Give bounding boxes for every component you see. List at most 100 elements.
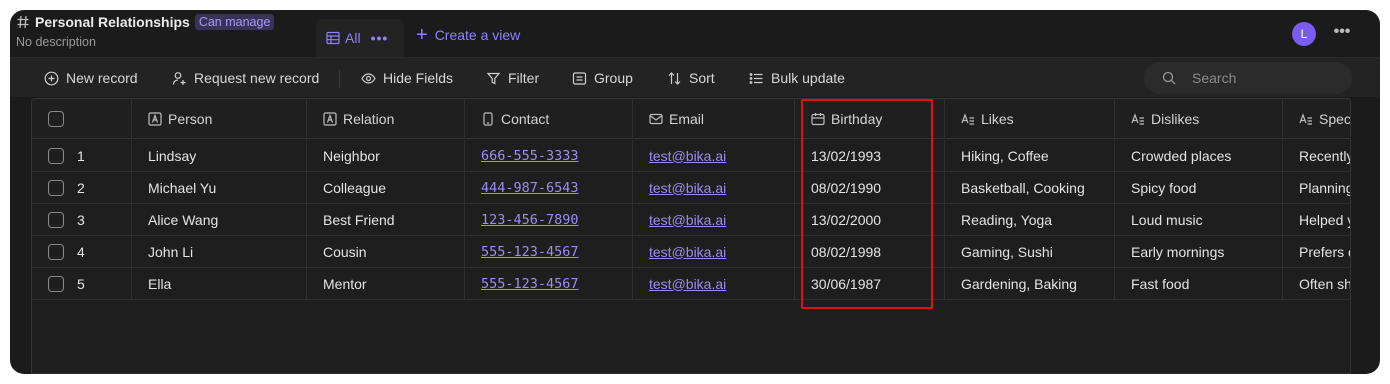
table-row[interactable]: 3 Alice Wang Best Friend 123-456-7890 te… xyxy=(32,204,1350,236)
table-row[interactable]: 2 Michael Yu Colleague 444-987-6543 test… xyxy=(32,172,1350,204)
column-header-birthday[interactable]: Birthday xyxy=(795,99,945,138)
sort-label: Sort xyxy=(689,70,715,86)
column-header-email[interactable]: Email xyxy=(633,99,795,138)
header: Personal Relationships Can manage No des… xyxy=(10,10,1380,57)
cell-special[interactable]: Recently xyxy=(1283,140,1350,171)
cell-contact[interactable]: 555-123-4567 xyxy=(465,236,633,267)
avatar[interactable]: L xyxy=(1292,22,1316,46)
toolbar: New record Request new record Hide Field… xyxy=(10,57,1380,97)
column-header-dislikes[interactable]: Dislikes xyxy=(1115,99,1283,138)
cell-contact[interactable]: 444-987-6543 xyxy=(465,172,633,203)
tab-all-label: All xyxy=(345,30,361,46)
create-view-button[interactable]: + Create a view xyxy=(416,25,520,45)
column-header-special[interactable]: Speci xyxy=(1283,99,1350,138)
cell-contact[interactable]: 666-555-3333 xyxy=(465,140,633,171)
records-grid: Person Relation Contact Email Birthday L… xyxy=(31,98,1351,374)
cell-likes[interactable]: Hiking, Coffee xyxy=(945,140,1115,171)
hide-fields-label: Hide Fields xyxy=(383,70,454,86)
cell-special[interactable]: Helped y xyxy=(1283,204,1350,235)
cell-email[interactable]: test@bika.ai xyxy=(633,172,795,203)
cell-person[interactable]: Alice Wang xyxy=(132,204,307,235)
cell-relation[interactable]: Colleague xyxy=(307,172,465,203)
column-header-label: Contact xyxy=(501,110,550,127)
row-number: 5 xyxy=(77,275,85,292)
sort-button[interactable]: Sort xyxy=(667,58,715,98)
cell-relation[interactable]: Mentor xyxy=(307,268,465,299)
email-link[interactable]: test@bika.ai xyxy=(649,180,726,196)
column-header-contact[interactable]: Contact xyxy=(465,99,633,138)
cell-dislikes[interactable]: Early mornings xyxy=(1115,236,1283,267)
cell-relation[interactable]: Best Friend xyxy=(307,204,465,235)
app-window: Personal Relationships Can manage No des… xyxy=(10,10,1380,374)
cell-person[interactable]: Lindsay xyxy=(132,140,307,171)
tab-more-icon[interactable]: ••• xyxy=(371,30,389,46)
table-row[interactable]: 1 Lindsay Neighbor 666-555-3333 test@bik… xyxy=(32,140,1350,172)
new-record-button[interactable]: New record xyxy=(44,58,138,98)
phone-link[interactable]: 123-456-7890 xyxy=(481,212,579,228)
cell-special[interactable]: Often sh xyxy=(1283,268,1350,299)
column-header-likes[interactable]: Likes xyxy=(945,99,1115,138)
request-new-record-button[interactable]: Request new record xyxy=(172,58,319,98)
select-all-checkbox[interactable] xyxy=(48,110,64,127)
row-checkbox[interactable] xyxy=(48,147,64,164)
cell-person[interactable]: Michael Yu xyxy=(132,172,307,203)
cell-relation[interactable]: Neighbor xyxy=(307,140,465,171)
row-select-cell: 1 xyxy=(32,140,132,171)
phone-link[interactable]: 444-987-6543 xyxy=(481,180,579,196)
cell-likes[interactable]: Gaming, Sushi xyxy=(945,236,1115,267)
description[interactable]: No description xyxy=(16,35,274,49)
cell-email[interactable]: test@bika.ai xyxy=(633,236,795,267)
email-link[interactable]: test@bika.ai xyxy=(649,276,726,292)
cell-contact[interactable]: 123-456-7890 xyxy=(465,204,633,235)
cell-relation[interactable]: Cousin xyxy=(307,236,465,267)
row-checkbox[interactable] xyxy=(48,275,64,292)
cell-person[interactable]: John Li xyxy=(132,236,307,267)
cell-dislikes[interactable]: Fast food xyxy=(1115,268,1283,299)
cell-likes[interactable]: Reading, Yoga xyxy=(945,204,1115,235)
table-icon xyxy=(326,31,340,45)
cell-dislikes[interactable]: Spicy food xyxy=(1115,172,1283,203)
header-select-cell xyxy=(32,99,132,138)
cell-dislikes[interactable]: Loud music xyxy=(1115,204,1283,235)
phone-link[interactable]: 555-123-4567 xyxy=(481,244,579,260)
more-options-icon[interactable]: ••• xyxy=(1330,22,1354,46)
row-checkbox[interactable] xyxy=(48,179,64,196)
cell-special[interactable]: Planning xyxy=(1283,172,1350,203)
cell-person[interactable]: Ella xyxy=(132,268,307,299)
row-checkbox[interactable] xyxy=(48,243,64,260)
cell-contact[interactable]: 555-123-4567 xyxy=(465,268,633,299)
cell-special[interactable]: Prefers c xyxy=(1283,236,1350,267)
cell-birthday[interactable]: 30/06/1987 xyxy=(795,268,945,299)
cell-birthday[interactable]: 13/02/2000 xyxy=(795,204,945,235)
cell-dislikes[interactable]: Crowded places xyxy=(1115,140,1283,171)
cell-birthday[interactable]: 08/02/1998 xyxy=(795,236,945,267)
row-checkbox[interactable] xyxy=(48,211,64,228)
new-record-label: New record xyxy=(66,70,138,86)
email-link[interactable]: test@bika.ai xyxy=(649,212,726,228)
filter-button[interactable]: Filter xyxy=(486,58,539,98)
email-link[interactable]: test@bika.ai xyxy=(649,244,726,260)
cell-email[interactable]: test@bika.ai xyxy=(633,268,795,299)
table-row[interactable]: 5 Ella Mentor 555-123-4567 test@bika.ai … xyxy=(32,268,1350,300)
cell-likes[interactable]: Basketball, Cooking xyxy=(945,172,1115,203)
email-icon xyxy=(649,113,663,124)
cell-birthday[interactable]: 13/02/1993 xyxy=(795,140,945,171)
search-input[interactable]: Search xyxy=(1144,62,1352,94)
text-field-icon xyxy=(148,111,162,126)
hide-fields-button[interactable]: Hide Fields xyxy=(361,58,453,98)
bulk-update-button[interactable]: Bulk update xyxy=(749,58,845,98)
cell-birthday[interactable]: 08/02/1990 xyxy=(795,172,945,203)
email-link[interactable]: test@bika.ai xyxy=(649,148,726,164)
cell-email[interactable]: test@bika.ai xyxy=(633,140,795,171)
phone-link[interactable]: 555-123-4567 xyxy=(481,276,579,292)
column-header-relation[interactable]: Relation xyxy=(307,99,465,138)
cell-likes[interactable]: Gardening, Baking xyxy=(945,268,1115,299)
group-button[interactable]: Group xyxy=(572,58,633,98)
tab-all-view[interactable]: All ••• xyxy=(316,19,404,57)
eye-icon xyxy=(361,72,376,84)
long-text-icon xyxy=(1131,112,1144,125)
cell-email[interactable]: test@bika.ai xyxy=(633,204,795,235)
column-header-person[interactable]: Person xyxy=(132,99,307,138)
table-row[interactable]: 4 John Li Cousin 555-123-4567 test@bika.… xyxy=(32,236,1350,268)
phone-link[interactable]: 666-555-3333 xyxy=(481,148,579,164)
